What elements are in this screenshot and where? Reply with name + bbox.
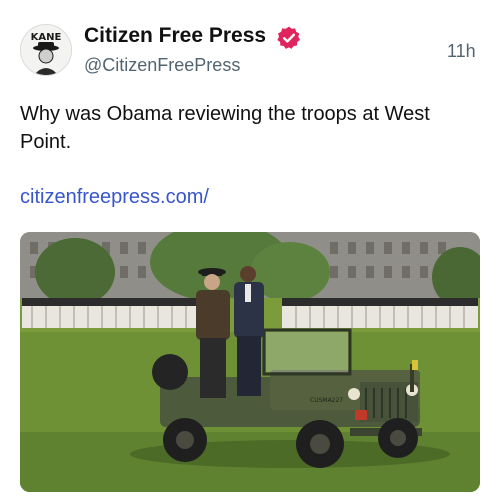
post-timestamp[interactable]: 11h bbox=[447, 41, 476, 62]
parade-jeep-photo: CUSMA227 bbox=[20, 232, 480, 492]
post-media-image[interactable]: CUSMA227 bbox=[20, 232, 480, 492]
vehicle-plate-text: CUSMA227 bbox=[310, 397, 343, 404]
avatar-image: KANE bbox=[21, 25, 71, 75]
civilian-figure bbox=[234, 266, 264, 396]
verified-badge-icon bbox=[277, 26, 301, 49]
author-display-name[interactable]: Citizen Free Press bbox=[84, 24, 266, 48]
avatar-logo-text: KANE bbox=[31, 32, 62, 43]
post-link[interactable]: citizenfreepress.com/ bbox=[20, 186, 209, 209]
author-handle[interactable]: @CitizenFreePress bbox=[84, 55, 240, 76]
avatar[interactable]: KANE bbox=[20, 24, 72, 76]
post-text: Why was Obama reviewing the troops at We… bbox=[20, 103, 430, 153]
